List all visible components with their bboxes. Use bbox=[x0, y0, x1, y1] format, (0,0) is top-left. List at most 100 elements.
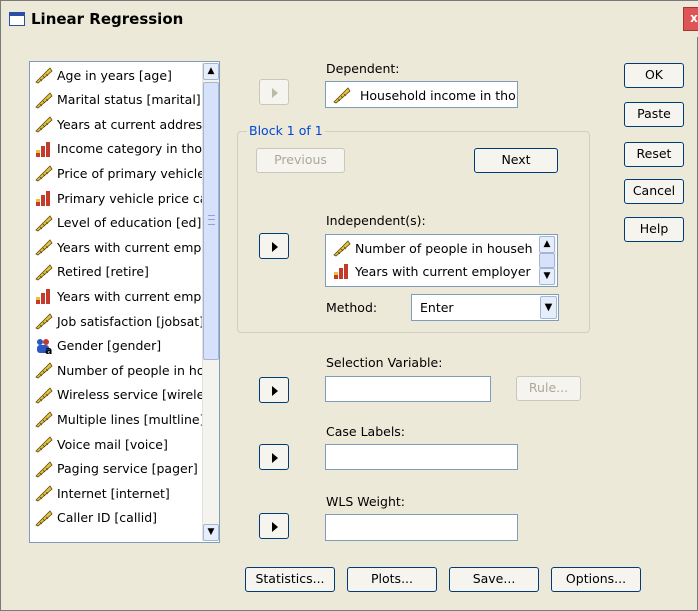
ordinal-bars-icon bbox=[334, 264, 348, 279]
move-to-wls-button[interactable] bbox=[259, 513, 289, 539]
scroll-down-button[interactable]: ▼ bbox=[203, 524, 219, 541]
variable-list-item[interactable]: Multiple lines [multline] bbox=[34, 408, 204, 430]
wls-weight-field[interactable] bbox=[325, 514, 518, 541]
scroll-thumb[interactable] bbox=[203, 82, 219, 360]
nominal-a-icon: a bbox=[37, 338, 52, 355]
variable-list-item-label: Caller ID [callid] bbox=[57, 510, 158, 526]
scale-ruler-icon bbox=[333, 240, 351, 257]
scale-ruler-icon bbox=[35, 91, 53, 109]
move-to-dependent-button[interactable] bbox=[259, 79, 289, 105]
variable-list-item[interactable]: Years at current address [address] bbox=[34, 113, 204, 135]
scroll-up-button[interactable]: ▲ bbox=[539, 236, 555, 253]
case-labels-label: Case Labels: bbox=[326, 424, 406, 439]
scale-ruler-icon bbox=[35, 239, 53, 256]
variable-list-item-label: Retired [retire] bbox=[57, 264, 149, 280]
ordinal-bars-icon bbox=[36, 141, 50, 157]
variable-list-item[interactable]: Internet [internet] bbox=[34, 482, 204, 504]
variable-list-item-label: Paging service [pager] bbox=[57, 461, 198, 477]
variable-list-item[interactable]: Paging service [pager] bbox=[34, 458, 204, 480]
rule-button[interactable]: Rule... bbox=[516, 376, 581, 401]
cancel-button[interactable]: Cancel bbox=[624, 179, 684, 204]
previous-button[interactable]: Previous bbox=[256, 148, 345, 173]
method-select[interactable]: Enter ▼ bbox=[411, 294, 559, 321]
help-button[interactable]: Help bbox=[624, 217, 684, 242]
linear-regression-dialog: Linear Regression x Age in years [age] Ma… bbox=[0, 0, 698, 611]
variable-list[interactable]: Age in years [age] Marital status [marita… bbox=[29, 61, 220, 543]
scroll-grip-icon bbox=[208, 215, 215, 225]
variable-list-item[interactable]: Primary vehicle price category [carcat] bbox=[34, 187, 204, 209]
independent-list-item-label: Number of people in household bbox=[355, 240, 532, 256]
selection-variable-field[interactable] bbox=[325, 376, 491, 402]
move-to-selection-button[interactable] bbox=[259, 377, 289, 403]
dependent-field[interactable]: Household income in thousands bbox=[325, 81, 518, 108]
arrow-right-icon bbox=[272, 522, 278, 532]
scroll-down-button[interactable]: ▼ bbox=[539, 268, 555, 285]
method-value: Enter bbox=[420, 300, 454, 315]
variable-list-item[interactable]: Price of primary vehicle [carcat] bbox=[34, 162, 204, 184]
method-label: Method: bbox=[326, 300, 378, 315]
variable-list-item-label: Multiple lines [multline] bbox=[57, 411, 204, 427]
variable-list-item-label: Years with current employer [employ] bbox=[57, 239, 204, 255]
scale-ruler-icon bbox=[35, 67, 53, 84]
independents-scrollbar[interactable]: ▲ ▼ bbox=[539, 236, 556, 285]
scroll-up-button[interactable]: ▲ bbox=[203, 63, 219, 80]
window-icon bbox=[9, 12, 25, 26]
scroll-thumb[interactable] bbox=[539, 253, 555, 268]
variable-list-item[interactable]: Age in years [age] bbox=[34, 64, 204, 86]
next-button[interactable]: Next bbox=[474, 148, 558, 173]
scale-ruler-icon bbox=[35, 460, 53, 478]
variable-list-item[interactable]: Number of people in household bbox=[34, 359, 204, 381]
case-labels-field[interactable] bbox=[325, 444, 518, 470]
chevron-down-icon[interactable]: ▼ bbox=[540, 296, 557, 319]
arrow-right-icon bbox=[272, 453, 278, 463]
variable-list-item-label: Price of primary vehicle [carcat] bbox=[57, 165, 204, 181]
variable-list-item[interactable]: Years with current employer [empcat] bbox=[34, 285, 204, 307]
variable-list-item-label: Income category in thousands [inccat] bbox=[57, 141, 204, 157]
ordinal-bars-icon bbox=[36, 191, 50, 206]
independent-list-item[interactable]: Number of people in household bbox=[332, 238, 532, 258]
dependent-value: Household income in thousands bbox=[360, 88, 516, 103]
move-to-independents-button[interactable] bbox=[259, 233, 289, 259]
save-button[interactable]: Save... bbox=[449, 567, 539, 592]
independents-list[interactable]: Number of people in household Years with … bbox=[325, 234, 558, 287]
variable-list-item-label: Wireless service [wireless] bbox=[57, 387, 204, 403]
variable-list-item-label: Marital status [marital] bbox=[57, 92, 201, 108]
variable-list-item[interactable]: Retired [retire] bbox=[34, 261, 204, 283]
svg-text:a: a bbox=[45, 344, 52, 355]
variable-list-scrollbar[interactable]: ▲ ▼ bbox=[202, 63, 219, 541]
variable-list-item[interactable]: Income category in thousands [inccat] bbox=[34, 138, 204, 160]
variable-list-item[interactable]: Voice mail [voice] bbox=[34, 433, 204, 455]
variable-list-item[interactable]: Marital status [marital] bbox=[34, 89, 204, 111]
options-button[interactable]: Options... bbox=[551, 567, 641, 592]
paste-button[interactable]: Paste bbox=[624, 102, 684, 127]
independent-list-item-label: Years with current employer bbox=[355, 263, 531, 279]
variable-list-item[interactable]: Level of education [ed] bbox=[34, 212, 204, 234]
scale-ruler-icon bbox=[35, 387, 53, 404]
ok-button[interactable]: OK bbox=[624, 63, 684, 88]
reset-button[interactable]: Reset bbox=[624, 142, 684, 167]
ordinal-bars-icon bbox=[36, 289, 50, 305]
scale-ruler-icon bbox=[35, 116, 53, 133]
variable-list-item[interactable]: Wireless service [wireless] bbox=[34, 384, 204, 406]
move-to-case-labels-button[interactable] bbox=[259, 444, 289, 470]
plots-button[interactable]: Plots... bbox=[347, 567, 437, 592]
scale-ruler-icon bbox=[35, 362, 53, 379]
scale-ruler-icon bbox=[35, 510, 53, 527]
arrow-right-icon bbox=[272, 242, 278, 252]
arrow-right-icon bbox=[272, 88, 278, 98]
selection-variable-label: Selection Variable: bbox=[326, 355, 443, 370]
window-title: Linear Regression bbox=[31, 10, 184, 28]
variable-list-item[interactable]: Caller ID [callid] bbox=[34, 507, 204, 529]
variable-list-item[interactable]: Job satisfaction [jobsat] bbox=[34, 310, 204, 332]
independent-list-item[interactable]: Years with current employer bbox=[332, 261, 532, 281]
title-bar[interactable]: Linear Regression x bbox=[1, 1, 698, 37]
dependent-label: Dependent: bbox=[326, 61, 400, 76]
variable-list-item-label: Primary vehicle price category [carcat] bbox=[57, 190, 204, 206]
variable-list-item[interactable]: Years with current employer [employ] bbox=[34, 236, 204, 258]
variable-list-item[interactable]: a Gender [gender] bbox=[34, 335, 204, 357]
scale-ruler-icon bbox=[35, 313, 53, 330]
scale-ruler-icon bbox=[35, 411, 53, 428]
close-button[interactable]: x bbox=[683, 7, 698, 31]
statistics-button[interactable]: Statistics... bbox=[245, 567, 335, 592]
scale-ruler-icon bbox=[35, 485, 53, 502]
